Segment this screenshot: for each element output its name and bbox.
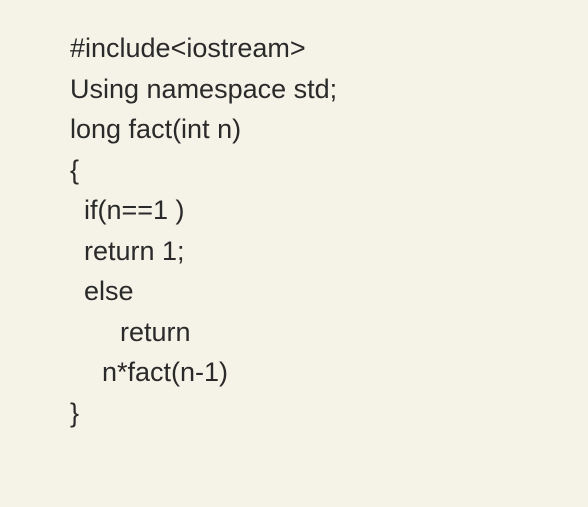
code-line: } bbox=[70, 393, 588, 434]
code-line: long fact(int n) bbox=[70, 109, 588, 150]
code-line: return bbox=[70, 312, 588, 353]
code-line: #include<iostream> bbox=[70, 28, 588, 69]
code-line: Using namespace std; bbox=[70, 69, 588, 110]
code-line: n*fact(n-1) bbox=[70, 352, 588, 393]
code-block: #include<iostream> Using namespace std; … bbox=[0, 0, 588, 433]
code-line: else bbox=[70, 271, 588, 312]
code-line: { bbox=[70, 150, 588, 191]
code-line: return 1; bbox=[70, 231, 588, 272]
code-line: if(n==1 ) bbox=[70, 190, 588, 231]
